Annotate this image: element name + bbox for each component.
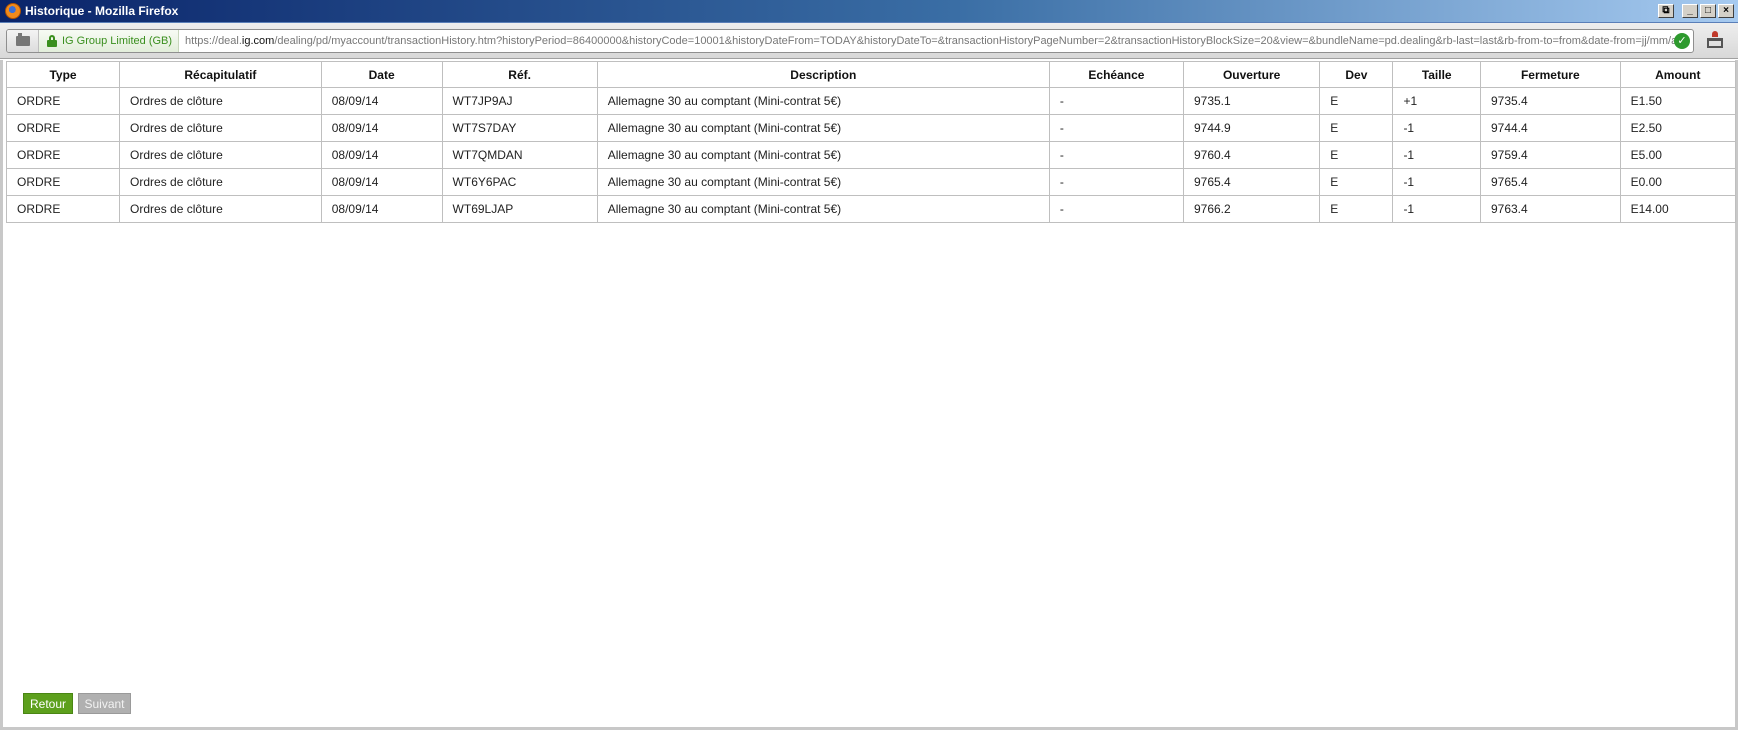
table-row: ORDRE Ordres de clôture 08/09/14 WT69LJA… [5,195,1737,223]
cell-dev: E [1319,168,1394,196]
next-button[interactable]: Suivant [78,693,131,714]
firefox-logo-icon [5,3,21,19]
header-fermeture: Fermeture [1479,61,1621,88]
cell-echeance: - [1048,114,1184,142]
maximize-button[interactable]: □ [1700,4,1716,18]
cell-description: Allemagne 30 au comptant (Mini-contrat 5… [596,87,1050,115]
header-ouverture: Ouverture [1182,61,1321,88]
cell-dev: E [1319,87,1394,115]
header-dev: Dev [1319,61,1394,88]
url-bar[interactable]: IG Group Limited (GB) https://deal.ig.co… [6,29,1694,53]
cell-fermeture: 9763.4 [1479,195,1621,223]
cell-date: 08/09/14 [320,168,443,196]
cell-date: 08/09/14 [320,141,443,169]
url-path: /dealing/pd/myaccount/transactionHistory… [274,35,1678,47]
cell-echeance: - [1048,141,1184,169]
cell-recapitulatif: Ordres de clôture [119,114,322,142]
identity-label: IG Group Limited (GB) [62,35,173,47]
cell-amount: E0.00 [1619,168,1737,196]
table-row: ORDRE Ordres de clôture 08/09/14 WT7S7DA… [5,114,1737,142]
cell-fermeture: 9765.4 [1479,168,1621,196]
cell-date: 08/09/14 [320,195,443,223]
cell-fermeture: 9744.4 [1479,114,1621,142]
cell-ouverture: 9766.2 [1182,195,1321,223]
back-button[interactable]: Retour [23,693,73,714]
transaction-history-table: Type Récapitulatif Date Réf. Description… [5,61,1737,223]
cell-amount: E14.00 [1619,195,1737,223]
page-info-button[interactable] [7,30,39,52]
cell-recapitulatif: Ordres de clôture [119,168,322,196]
cell-dev: E [1319,141,1394,169]
restore-extra-icon[interactable]: ⧉ [1658,4,1674,18]
cell-echeance: - [1048,168,1184,196]
cell-description: Allemagne 30 au comptant (Mini-contrat 5… [596,114,1050,142]
url-domain: ig.com [241,35,275,47]
table-row: ORDRE Ordres de clôture 08/09/14 WT6Y6PA… [5,168,1737,196]
window-titlebar[interactable]: Historique - Mozilla Firefox ⧉ _ □ × [0,0,1738,23]
cell-dev: E [1319,195,1394,223]
cell-dev: E [1319,114,1394,142]
cell-ref: WT6Y6PAC [441,168,598,196]
header-type: Type [5,61,121,88]
cell-description: Allemagne 30 au comptant (Mini-contrat 5… [596,195,1050,223]
cell-type: ORDRE [5,114,121,142]
cell-fermeture: 9759.4 [1479,141,1621,169]
cell-recapitulatif: Ordres de clôture [119,141,322,169]
page-icon [15,33,30,46]
cell-date: 08/09/14 [320,114,443,142]
cell-ouverture: 9744.9 [1182,114,1321,142]
cell-ouverture: 9765.4 [1182,168,1321,196]
cell-description: Allemagne 30 au comptant (Mini-contrat 5… [596,168,1050,196]
cell-ref: WT7QMDAN [441,141,598,169]
table-row: ORDRE Ordres de clôture 08/09/14 WT7QMDA… [5,141,1737,169]
cell-type: ORDRE [5,141,121,169]
header-amount: Amount [1619,61,1737,88]
cell-recapitulatif: Ordres de clôture [119,87,322,115]
cell-ref: WT7JP9AJ [441,87,598,115]
header-echeance: Echéance [1048,61,1184,88]
header-taille: Taille [1392,61,1481,88]
window-title: Historique - Mozilla Firefox [25,4,179,18]
window-controls: ⧉ _ □ × [1658,4,1734,18]
cell-ref: WT69LJAP [441,195,598,223]
header-date: Date [320,61,443,88]
url-prefix: https://deal. [185,35,242,47]
header-recapitulatif: Récapitulatif [119,61,322,88]
cell-echeance: - [1048,87,1184,115]
cell-amount: E5.00 [1619,141,1737,169]
page-content: Type Récapitulatif Date Réf. Description… [0,60,1738,730]
cell-type: ORDRE [5,87,121,115]
table-header-row: Type Récapitulatif Date Réf. Description… [5,61,1737,88]
cell-taille: -1 [1392,114,1481,142]
cell-echeance: - [1048,195,1184,223]
cell-date: 08/09/14 [320,87,443,115]
extension-icon[interactable] [1706,31,1724,51]
cell-recapitulatif: Ordres de clôture [119,195,322,223]
cell-description: Allemagne 30 au comptant (Mini-contrat 5… [596,141,1050,169]
cell-amount: E2.50 [1619,114,1737,142]
cell-amount: E1.50 [1619,87,1737,115]
cell-taille: -1 [1392,195,1481,223]
cell-type: ORDRE [5,168,121,196]
cell-type: ORDRE [5,195,121,223]
url-text[interactable]: https://deal.ig.com/dealing/pd/myaccount… [179,35,1693,47]
cell-taille: -1 [1392,141,1481,169]
cell-ref: WT7S7DAY [441,114,598,142]
header-ref: Réf. [441,61,598,88]
cell-taille: -1 [1392,168,1481,196]
address-toolbar: IG Group Limited (GB) https://deal.ig.co… [0,23,1738,59]
header-description: Description [596,61,1050,88]
cell-fermeture: 9735.4 [1479,87,1621,115]
site-identity-button[interactable]: IG Group Limited (GB) [39,30,180,52]
cell-ouverture: 9735.1 [1182,87,1321,115]
check-icon[interactable]: ✓ [1674,33,1690,49]
cell-taille: +1 [1392,87,1481,115]
minimize-button[interactable]: _ [1682,4,1698,18]
cell-ouverture: 9760.4 [1182,141,1321,169]
lock-icon [47,35,57,47]
close-button[interactable]: × [1718,4,1734,18]
table-row: ORDRE Ordres de clôture 08/09/14 WT7JP9A… [5,87,1737,115]
